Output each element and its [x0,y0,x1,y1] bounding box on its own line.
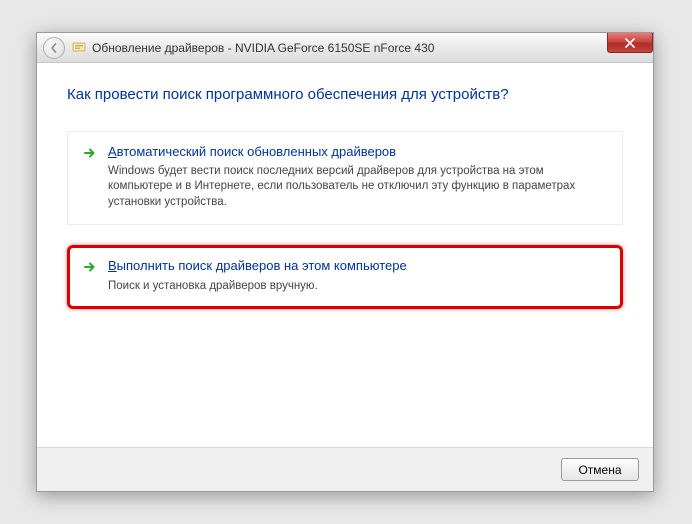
option-manual-title: Выполнить поиск драйверов на этом компью… [108,258,407,274]
close-icon [625,38,635,48]
back-arrow-icon [49,43,59,53]
close-button[interactable] [607,33,653,53]
arrow-icon [82,259,98,275]
content-area: Как провести поиск программного обеспече… [37,63,653,339]
back-button[interactable] [43,37,65,59]
footer: Отмена [37,447,653,491]
option-manual-desc: Поиск и установка драйверов вручную. [108,279,407,295]
option-auto-desc: Windows будет вести поиск последних верс… [108,164,608,211]
option-manual-search[interactable]: Выполнить поиск драйверов на этом компью… [67,245,623,309]
window-title: Обновление драйверов - NVIDIA GeForce 61… [92,41,434,55]
titlebar: Обновление драйверов - NVIDIA GeForce 61… [37,33,653,63]
option-manual-body: Выполнить поиск драйверов на этом компью… [108,258,407,294]
cancel-button[interactable]: Отмена [561,458,639,481]
option-auto-search[interactable]: Автоматический поиск обновленных драйвер… [67,131,623,226]
driver-update-window: Обновление драйверов - NVIDIA GeForce 61… [36,32,654,492]
device-icon [71,40,87,56]
option-auto-body: Автоматический поиск обновленных драйвер… [108,144,608,211]
page-heading: Как провести поиск программного обеспече… [67,85,623,105]
option-auto-title: Автоматический поиск обновленных драйвер… [108,144,608,160]
arrow-icon [82,145,98,161]
